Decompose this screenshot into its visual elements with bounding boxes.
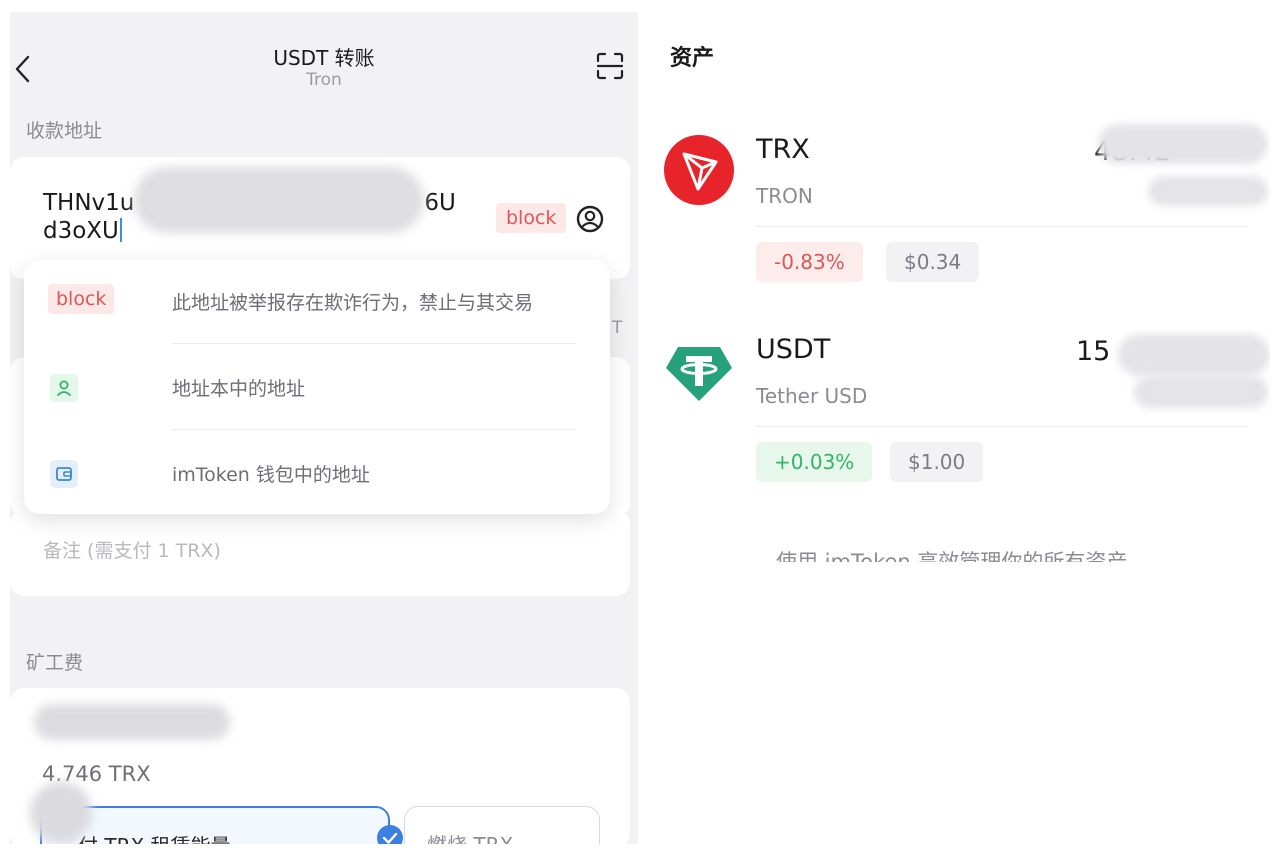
redaction-blur	[134, 167, 424, 233]
rent-energy-option[interactable]: 付 TRX 租赁能量	[40, 806, 403, 844]
footer-clip: 使用 imToken 高效管理你的所有资产	[648, 542, 1270, 562]
dropdown-item-wallet[interactable]: imToken 钱包中的地址	[24, 432, 610, 516]
tron-icon	[664, 135, 734, 205]
checkmark-icon	[377, 825, 403, 844]
redaction-blur	[1134, 376, 1268, 408]
token-symbol: TRX	[756, 134, 810, 165]
divider	[172, 343, 576, 344]
fee-card: 4.746 TRX 付 TRX 租赁能量 燃烧 TRX	[10, 688, 630, 844]
nav-bar: USDT 转账 Tron	[10, 12, 638, 104]
divider	[756, 426, 1248, 427]
dropdown-item-label: 地址本中的地址	[172, 378, 306, 400]
clipped-text: T	[612, 318, 623, 338]
redaction-blur	[34, 704, 230, 740]
network-subtitle: Tron	[306, 70, 342, 90]
token-name: Tether USD	[756, 384, 868, 408]
memo-card[interactable]: 备注 (需支付 1 TRX)	[10, 510, 630, 596]
address-suggestion-dropdown: block 此地址被举报存在欺诈行为，禁止与其交易 地址本中的地址 imToke…	[24, 260, 610, 514]
block-badge: block	[496, 203, 567, 233]
memo-input[interactable]: 备注 (需支付 1 TRX)	[43, 536, 221, 563]
burn-trx-option[interactable]: 燃烧 TRX	[404, 806, 600, 844]
redaction-blur	[1098, 124, 1268, 164]
scan-icon[interactable]	[594, 50, 626, 82]
address-section-label: 收款地址	[26, 120, 103, 142]
token-balance: 15	[1076, 336, 1111, 367]
divider	[756, 226, 1248, 227]
contact-icon	[50, 374, 78, 402]
price-badge: $1.00	[890, 442, 984, 482]
redaction-blur	[1118, 334, 1270, 376]
divider	[172, 429, 576, 430]
token-symbol: USDT	[756, 334, 831, 365]
tether-icon	[666, 347, 732, 401]
page-title: USDT 转账	[273, 46, 375, 70]
dropdown-item-label: imToken 钱包中的地址	[172, 464, 370, 486]
text-caret	[119, 218, 122, 242]
footer-slogan: 使用 imToken 高效管理你的所有资产	[776, 550, 1128, 562]
price-change-badge: +0.03%	[756, 442, 873, 482]
address-end: d3oXU	[43, 218, 119, 244]
fee-section-label: 矿工费	[26, 652, 84, 674]
transfer-screen: USDT 转账 Tron 收款地址 THNv1u 6U d3oXU block T…	[10, 12, 638, 844]
burn-trx-label: 燃烧 TRX	[427, 829, 513, 844]
rent-energy-label: 付 TRX 租赁能量	[78, 830, 231, 844]
address-mid: 6U	[424, 190, 456, 216]
redaction-blur	[1148, 176, 1268, 206]
block-badge: block	[48, 284, 115, 314]
address-start: THNv1u	[43, 190, 135, 216]
dropdown-item-label: 此地址被举报存在欺诈行为，禁止与其交易	[172, 292, 534, 314]
address-book-icon[interactable]	[574, 203, 606, 235]
dropdown-item-block-warning[interactable]: block 此地址被举报存在欺诈行为，禁止与其交易	[24, 260, 610, 344]
redaction-blur	[30, 782, 92, 844]
assets-screen: 资产 TRX TRON 48.42 -0.83% $0.34 USDT Teth…	[648, 12, 1270, 844]
token-name: TRON	[756, 184, 813, 208]
price-badge: $0.34	[886, 242, 980, 282]
wallet-icon	[50, 460, 78, 488]
dropdown-item-address-book[interactable]: 地址本中的地址	[24, 346, 610, 430]
price-change-badge: -0.83%	[756, 242, 863, 282]
assets-title: 资产	[670, 46, 715, 71]
